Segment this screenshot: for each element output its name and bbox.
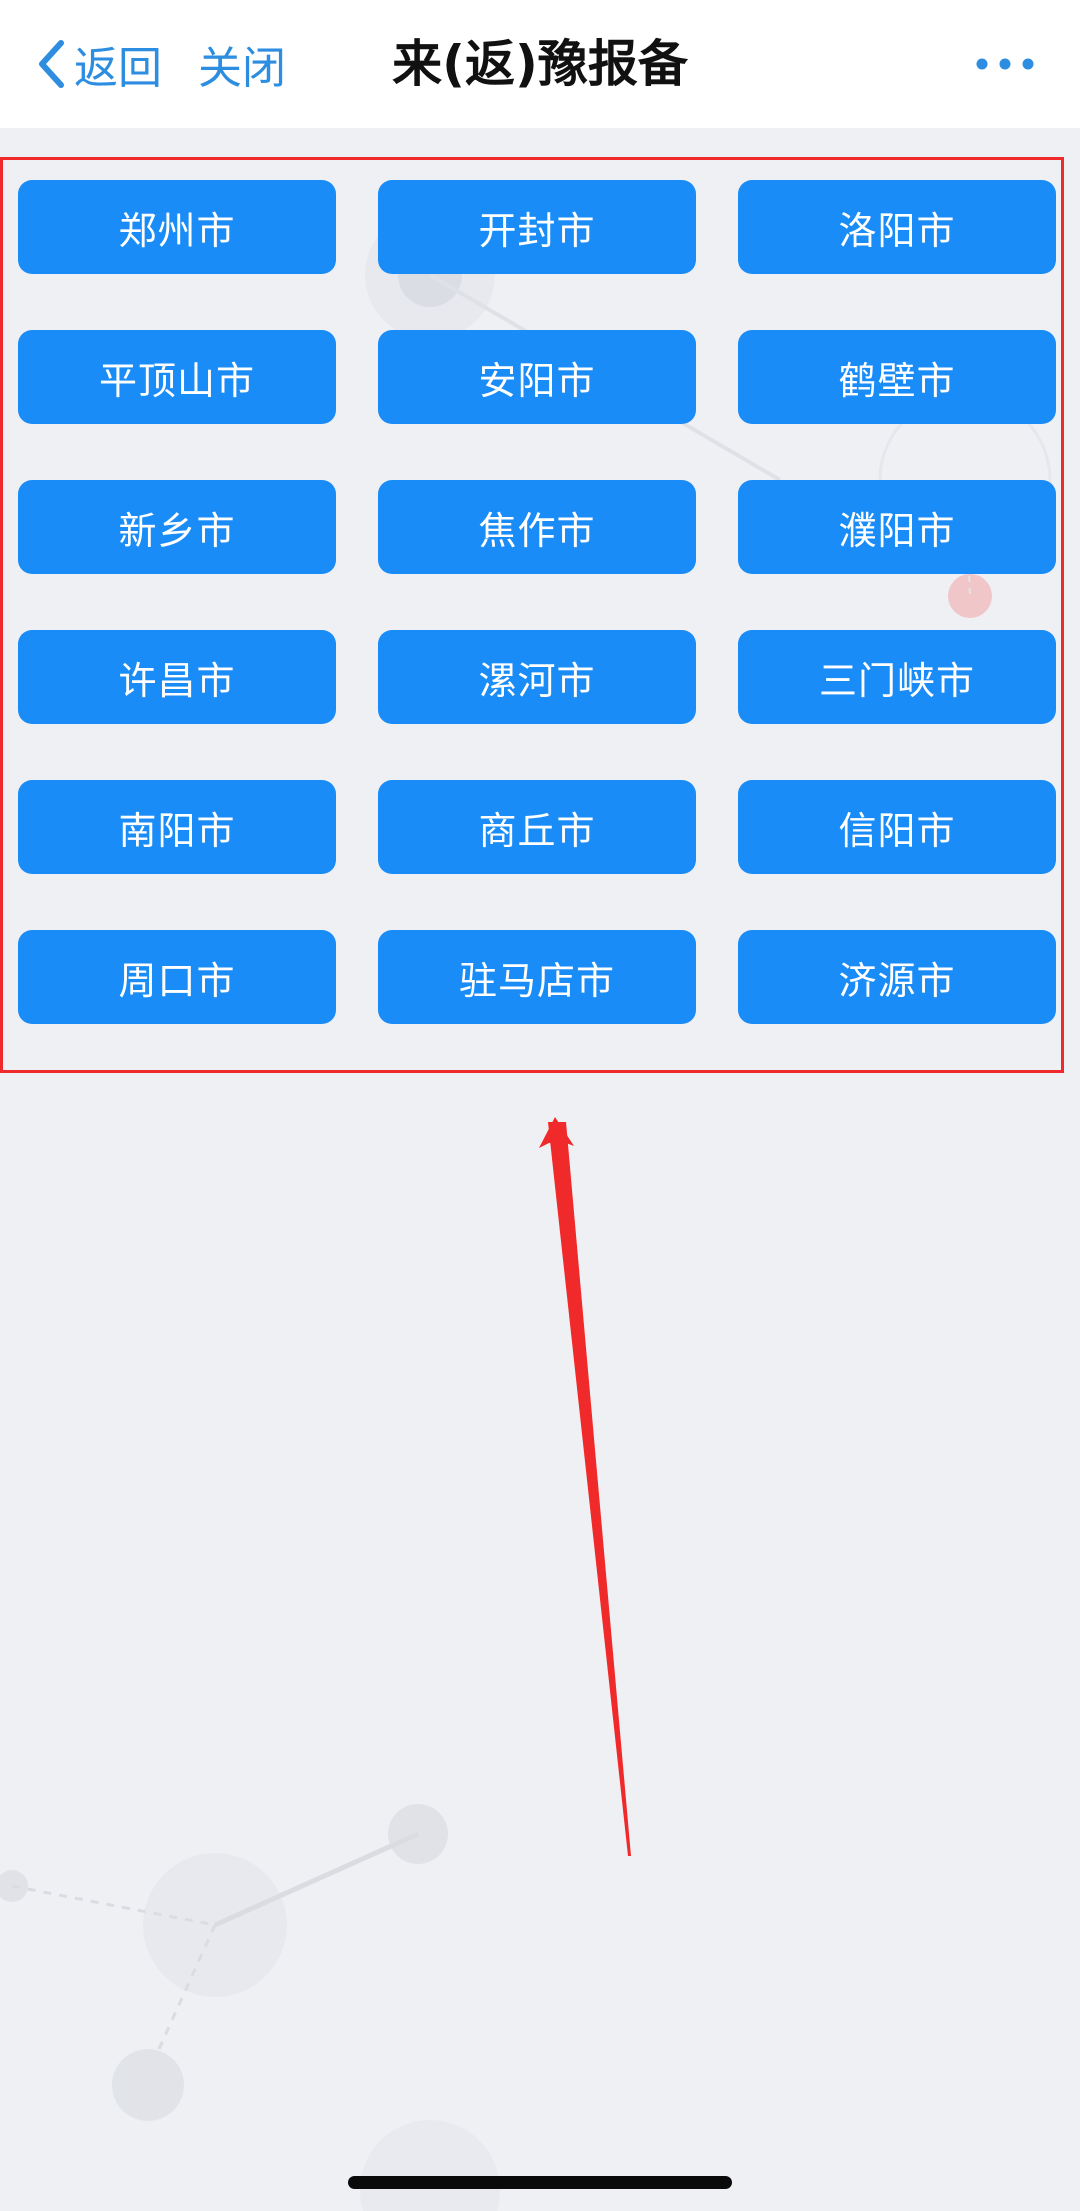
city-button[interactable]: 新乡市	[18, 480, 336, 574]
page-title: 来(返)豫报备	[392, 35, 688, 93]
city-button[interactable]: 信阳市	[738, 780, 1056, 874]
city-button[interactable]: 济源市	[738, 930, 1056, 1024]
city-button[interactable]: 周口市	[18, 930, 336, 1024]
city-button[interactable]: 三门峡市	[738, 630, 1056, 724]
city-button[interactable]: 焦作市	[378, 480, 696, 574]
city-button[interactable]: 鹤壁市	[738, 330, 1056, 424]
close-button[interactable]: 关闭	[198, 30, 286, 98]
city-button[interactable]: 开封市	[378, 180, 696, 274]
city-button[interactable]: 洛阳市	[738, 180, 1056, 274]
city-button[interactable]: 安阳市	[378, 330, 696, 424]
navigation-bar: 返回 关闭 来(返)豫报备	[0, 0, 1080, 128]
chevron-left-icon	[39, 40, 64, 88]
more-button[interactable]	[970, 48, 1040, 80]
back-button[interactable]: 返回	[36, 30, 162, 98]
city-button[interactable]: 南阳市	[18, 780, 336, 874]
close-label: 关闭	[198, 43, 286, 94]
city-grid: 郑州市 开封市 洛阳市 平顶山市 安阳市 鹤壁市 新乡市 焦作市 濮阳市 许昌市…	[18, 180, 1058, 1024]
city-button[interactable]: 许昌市	[18, 630, 336, 724]
back-label: 返回	[74, 43, 162, 94]
city-button[interactable]: 商丘市	[378, 780, 696, 874]
city-button[interactable]: 漯河市	[378, 630, 696, 724]
city-button[interactable]: 驻马店市	[378, 930, 696, 1024]
more-horizontal-icon	[976, 58, 1034, 70]
city-button[interactable]: 平顶山市	[18, 330, 336, 424]
city-button[interactable]: 郑州市	[18, 180, 336, 274]
home-indicator[interactable]	[348, 2176, 732, 2189]
city-button[interactable]: 濮阳市	[738, 480, 1056, 574]
